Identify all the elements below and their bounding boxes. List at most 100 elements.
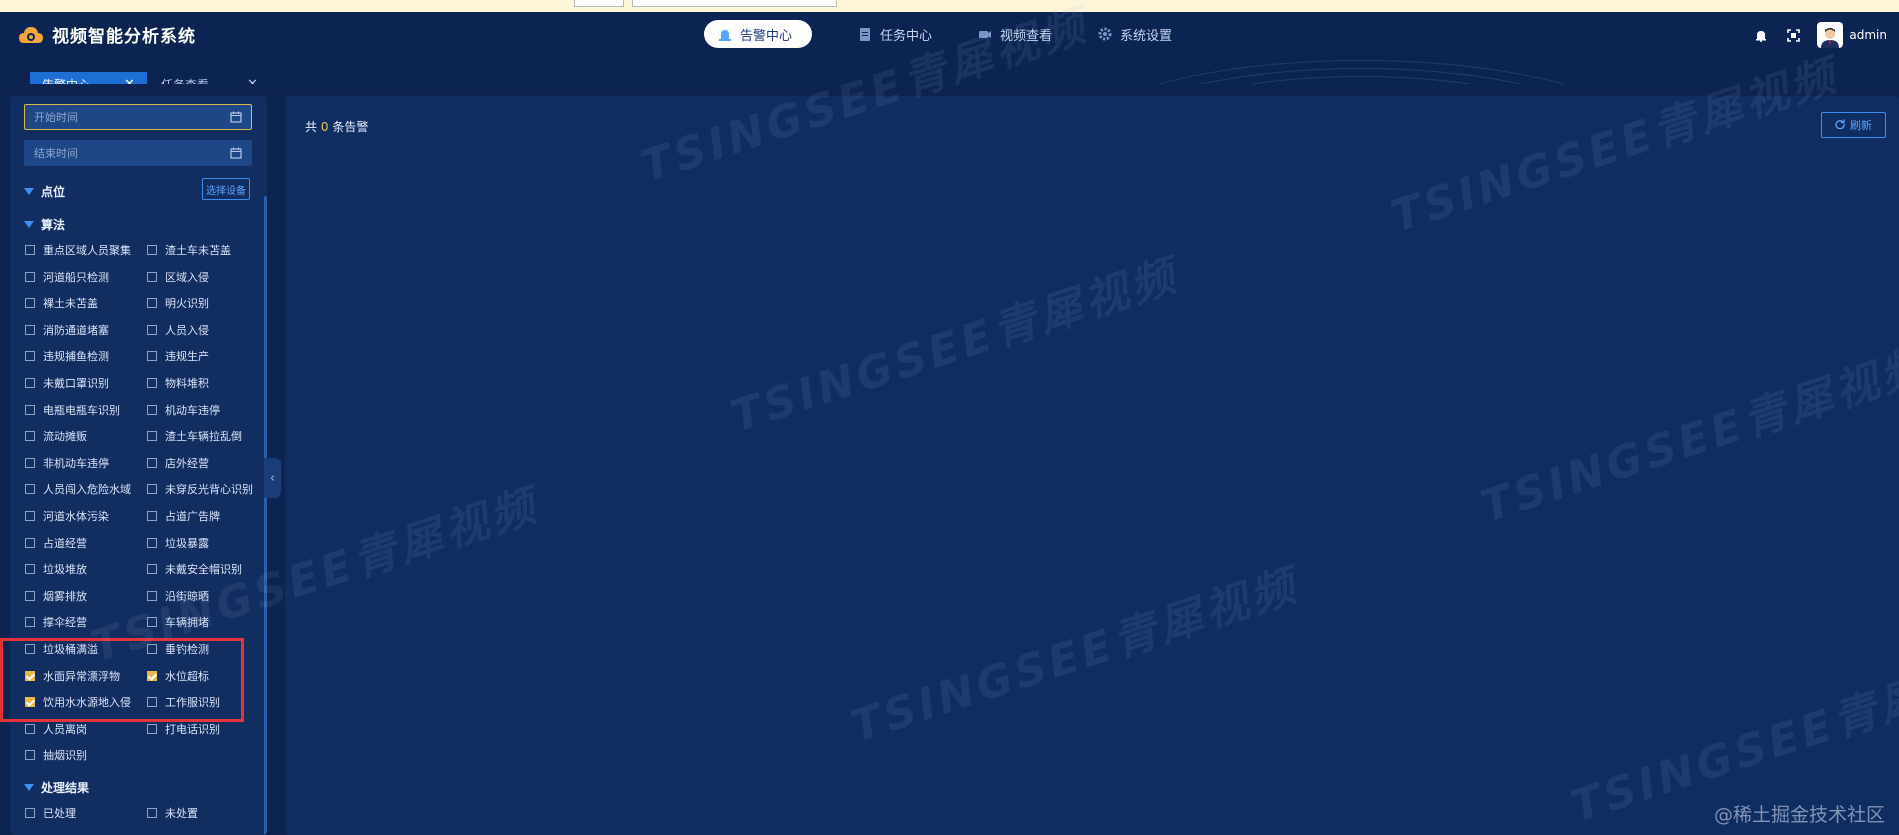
close-icon[interactable]: ✕ [124, 77, 135, 85]
checkbox[interactable] [147, 351, 157, 362]
checkbox[interactable] [25, 271, 35, 282]
main-nav: 告警中心 任务中心 视频查看 系统设置 [704, 20, 1218, 48]
checkbox[interactable] [25, 617, 35, 628]
nav-task-center[interactable]: 任务中心 [858, 20, 932, 48]
checkbox[interactable] [25, 750, 35, 761]
checkbox-item[interactable]: 裸土未苫盖 [25, 295, 98, 311]
checkbox[interactable] [25, 245, 35, 255]
checkbox[interactable] [25, 298, 35, 309]
checkbox-label: 打电话识别 [165, 722, 220, 736]
checkbox-item[interactable]: 人员离岗 [25, 721, 87, 737]
checkbox-item[interactable]: 未戴口罩识别 [25, 375, 109, 391]
checkbox[interactable] [147, 723, 157, 734]
checkbox-item[interactable]: 明火识别 [147, 295, 209, 311]
checkbox-item[interactable]: 重点区域人员聚集 [25, 242, 131, 258]
checkbox[interactable] [147, 564, 157, 575]
checkbox[interactable] [25, 537, 35, 548]
checkbox[interactable] [25, 808, 35, 818]
tab-alarm-center[interactable]: 告警中心 ✕ [30, 72, 147, 84]
checkbox[interactable] [25, 378, 35, 388]
checkbox-item[interactable]: 电瓶电瓶车识别 [25, 402, 120, 418]
checkbox[interactable] [25, 723, 35, 734]
annotation-highlight-box [0, 638, 244, 722]
checkbox[interactable] [25, 484, 35, 495]
checkbox-item[interactable]: 物料堆积 [147, 375, 209, 391]
checkbox-item[interactable]: 垃圾堆放 [25, 561, 87, 577]
refresh-button[interactable]: 刷新 [1821, 112, 1886, 138]
checkbox-item[interactable]: 河道水体污染 [25, 508, 109, 524]
location-section-toggle[interactable]: 点位 [24, 183, 65, 200]
checkbox-item[interactable]: 打电话识别 [147, 721, 220, 737]
checkbox-item[interactable]: 占道广告牌 [147, 508, 220, 524]
username[interactable]: admin [1849, 28, 1887, 42]
start-time-input[interactable]: 开始时间 [24, 104, 252, 130]
checkbox[interactable] [25, 457, 35, 468]
nav-system-settings[interactable]: 系统设置 [1098, 20, 1172, 48]
tab-task-view[interactable]: 任务查看 ✕ [149, 72, 270, 85]
checkbox[interactable] [147, 511, 157, 521]
checkbox[interactable] [25, 511, 35, 521]
checkbox[interactable] [147, 404, 157, 415]
checkbox-item[interactable]: 店外经营 [147, 455, 209, 471]
checkbox-item[interactable]: 机动车违停 [147, 402, 220, 418]
nav-alarm-center[interactable]: 告警中心 [704, 20, 813, 48]
checkbox-item[interactable]: 河道船只检测 [25, 269, 109, 285]
checkbox-item[interactable]: 渣土车辆拉乱倒 [147, 428, 242, 444]
checkbox-item[interactable]: 撑伞经营 [25, 614, 87, 630]
checkbox[interactable] [25, 351, 35, 362]
bell-icon[interactable] [1753, 27, 1769, 43]
checkbox-item[interactable]: 未处置 [147, 805, 198, 821]
checkbox-item[interactable]: 车辆拥堵 [147, 614, 209, 630]
checkbox-item[interactable]: 占道经营 [25, 535, 87, 551]
checkbox[interactable] [147, 484, 157, 495]
checkbox-item[interactable]: 消防通道堵塞 [25, 322, 109, 338]
checkbox-item[interactable]: 渣土车未苫盖 [147, 242, 231, 258]
checkbox-item[interactable]: 违规生产 [147, 348, 209, 364]
checkbox[interactable] [25, 404, 35, 415]
nav-label: 系统设置 [1120, 28, 1173, 44]
checkbox[interactable] [25, 564, 35, 575]
checkbox-label: 撑伞经营 [43, 616, 87, 630]
checkbox-item[interactable]: 人员入侵 [147, 322, 209, 338]
checkbox[interactable] [147, 590, 157, 601]
checkbox-item[interactable]: 烟雾排放 [25, 588, 87, 604]
checkbox-item[interactable]: 违规捕鱼检测 [25, 348, 109, 364]
checkbox-item[interactable]: 区域入侵 [147, 269, 209, 285]
collapse-panel-button[interactable]: ‹ [264, 458, 281, 498]
caret-down-icon [24, 188, 34, 195]
result-section-toggle[interactable]: 处理结果 [24, 779, 89, 796]
checkbox[interactable] [147, 378, 157, 388]
checkbox-label: 明火识别 [165, 297, 209, 311]
algorithm-section-toggle[interactable]: 算法 [24, 216, 65, 233]
checkbox-item[interactable]: 未穿反光背心识别 [147, 481, 253, 497]
checkbox[interactable] [147, 245, 157, 255]
checkbox-item[interactable]: 非机动车违停 [25, 455, 109, 471]
checkbox[interactable] [25, 324, 35, 335]
checkbox-item[interactable]: 已处理 [25, 805, 76, 821]
scrollbar[interactable] [264, 196, 267, 835]
refresh-icon [1835, 119, 1845, 132]
calendar-icon [230, 147, 242, 159]
checkbox[interactable] [147, 431, 157, 442]
checkbox[interactable] [25, 431, 35, 442]
checkbox[interactable] [147, 324, 157, 335]
checkbox[interactable] [25, 590, 35, 601]
avatar[interactable] [1817, 22, 1844, 48]
checkbox[interactable] [147, 617, 157, 628]
select-device-button[interactable]: 选择设备 [202, 178, 250, 200]
checkbox-item[interactable]: 垃圾暴露 [147, 535, 209, 551]
end-time-input[interactable]: 结束时间 [24, 140, 252, 166]
checkbox[interactable] [147, 537, 157, 548]
checkbox-item[interactable]: 人员闯入危险水域 [25, 481, 131, 497]
checkbox[interactable] [147, 808, 157, 818]
checkbox-item[interactable]: 抽烟识别 [25, 747, 87, 763]
checkbox-item[interactable]: 沿街晾晒 [147, 588, 209, 604]
checkbox[interactable] [147, 457, 157, 468]
nav-video-view[interactable]: 视频查看 [978, 20, 1052, 48]
fullscreen-icon[interactable] [1785, 27, 1801, 43]
checkbox-item[interactable]: 未戴安全帽识别 [147, 561, 242, 577]
checkbox[interactable] [147, 298, 157, 309]
checkbox-item[interactable]: 流动摊贩 [25, 428, 87, 444]
checkbox[interactable] [147, 271, 157, 282]
close-icon[interactable]: ✕ [247, 77, 258, 85]
